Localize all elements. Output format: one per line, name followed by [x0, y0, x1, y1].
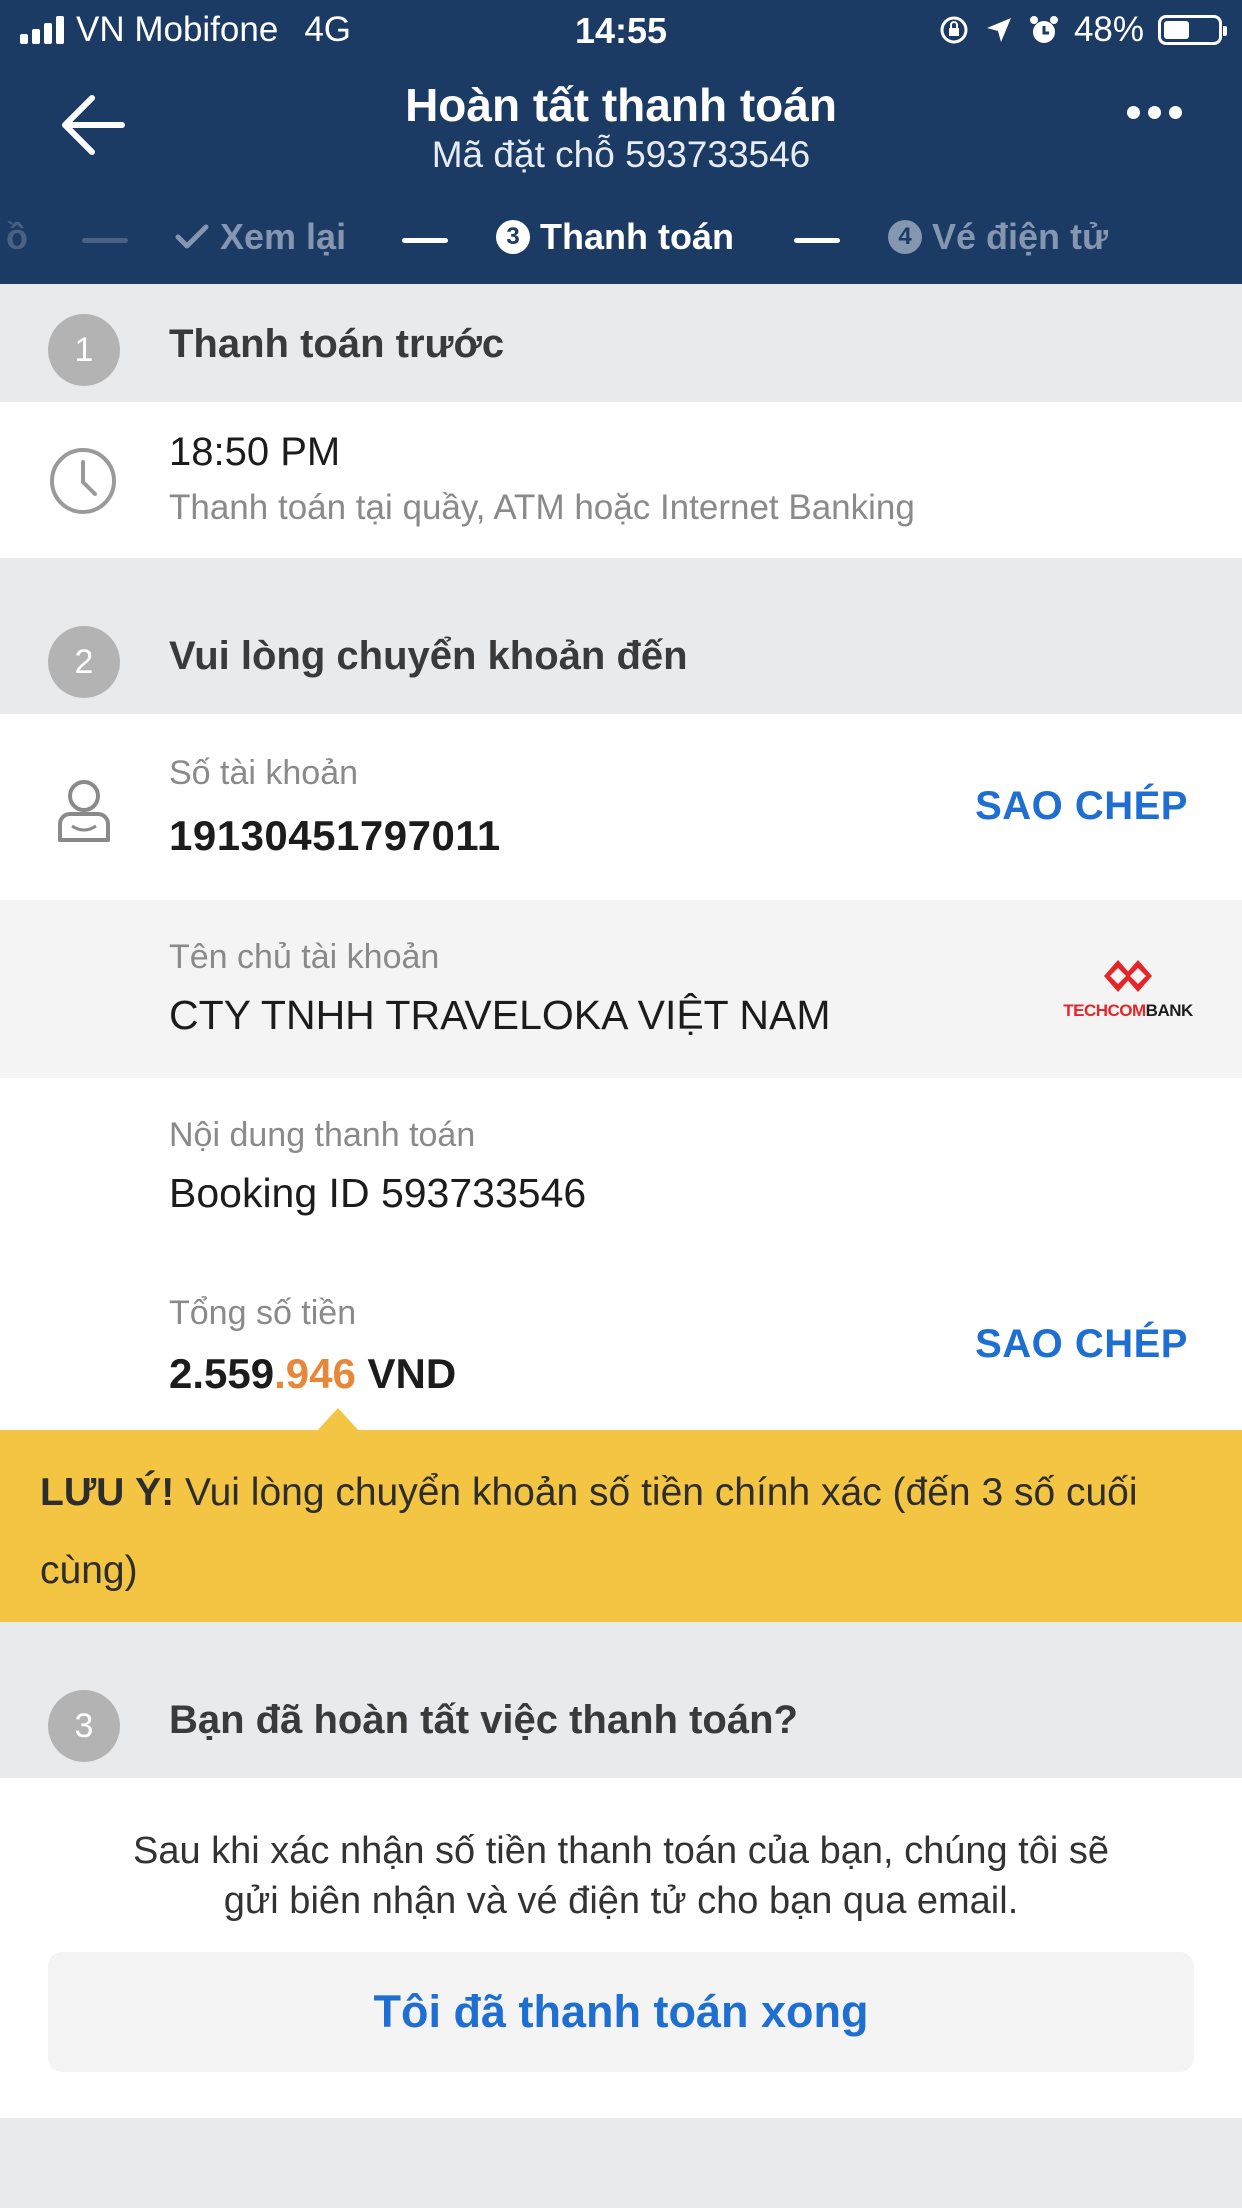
payment-content-label: Nội dung thanh toán	[169, 1116, 476, 1154]
battery-icon	[1158, 15, 1227, 45]
account-number-label: Số tài khoản	[169, 754, 359, 792]
clock-icon	[50, 448, 116, 514]
step-eticket-label: Vé điện tử	[932, 216, 1109, 257]
notice-banner: LƯU Ý! Vui lòng chuyển khoản số tiền chí…	[0, 1430, 1242, 1622]
battery-percent: 48%	[1073, 10, 1144, 49]
step-previous-partial: ồ	[6, 216, 28, 257]
account-holder-name: CTY TNHH TRAVELOKA VIỆT NAM	[169, 992, 831, 1038]
payment-content-value: Booking ID 593733546	[169, 1170, 587, 1216]
deadline-card: 18:50 PM Thanh toán tại quầy, ATM hoặc I…	[0, 402, 1242, 558]
section-transfer-header: 2 Vui lòng chuyển khoản đến	[0, 596, 1242, 714]
account-number: 19130451797011	[169, 812, 501, 859]
app-header: VN Mobifone 4G 14:55 48% Hoàn tất thanh …	[0, 0, 1242, 284]
status-right: 48%	[938, 10, 1227, 50]
orientation-lock-icon	[940, 16, 968, 44]
section-pay-before-header: 1 Thanh toán trước	[0, 284, 1242, 402]
step-eticket-number: 4	[888, 220, 922, 254]
total-amount: 2.559.946 VND	[169, 1350, 456, 1398]
total-amount-last-digits: .946	[274, 1350, 356, 1397]
step-divider	[402, 238, 448, 243]
step-divider	[82, 238, 128, 243]
section-completed-header: 3 Bạn đã hoàn tất việc thanh toán?	[0, 1660, 1242, 1778]
step-review-label: Xem lại	[220, 216, 347, 257]
more-options-button[interactable]	[1127, 106, 1182, 119]
notice-bold: LƯU Ý!	[40, 1471, 175, 1514]
confirm-description: Sau khi xác nhận số tiền thanh toán của …	[0, 1826, 1242, 1926]
location-icon	[986, 18, 1011, 42]
step-review: Xem lại	[174, 216, 346, 258]
total-amount-currency: VND	[355, 1350, 457, 1397]
step-eticket: 4 Vé điện tử	[888, 216, 1108, 258]
step-divider	[794, 238, 840, 243]
confirm-description-line2: gửi biên nhận và vé điện tử cho bạn qua …	[223, 1880, 1019, 1922]
confirm-description-line1: Sau khi xác nhận số tiền thanh toán của …	[132, 1830, 1110, 1872]
progress-steps: ồ Xem lại 3 Thanh toán 4 Vé điện tử	[0, 212, 1242, 268]
account-number-row: Số tài khoản 19130451797011 SAO CHÉP	[0, 714, 1242, 900]
section-number: 1	[48, 314, 120, 386]
section-title: Thanh toán trước	[169, 322, 505, 366]
status-bar: VN Mobifone 4G 14:55 48%	[0, 0, 1242, 62]
total-amount-main: 2.559	[169, 1350, 275, 1397]
page-title: Hoàn tất thanh toán	[405, 79, 837, 131]
more-dot-icon	[1127, 106, 1140, 119]
booking-code: Mã đặt chỗ 593733546	[431, 134, 811, 175]
account-holder-row: Tên chủ tài khoản CTY TNHH TRAVELOKA VIỆ…	[0, 900, 1242, 1078]
payment-detail-rows: Nội dung thanh toán Booking ID 593733546…	[0, 1078, 1242, 1430]
step-payment-number: 3	[496, 220, 530, 254]
notice-text: LƯU Ý! Vui lòng chuyển khoản số tiền chí…	[40, 1454, 1210, 1610]
section-title: Bạn đã hoàn tất việc thanh toán?	[169, 1698, 798, 1742]
notice-pointer	[316, 1408, 360, 1432]
payment-done-button[interactable]: Tôi đã thanh toán xong	[48, 1952, 1194, 2072]
copy-account-button[interactable]: SAO CHÉP	[975, 784, 1188, 829]
more-dot-icon	[1169, 106, 1182, 119]
user-account-icon	[58, 780, 110, 842]
payment-methods: Thanh toán tại quầy, ATM hoặc Internet B…	[169, 488, 915, 527]
techcombank-logo: TECHCOMBANK	[1058, 958, 1198, 1021]
section-number: 2	[48, 626, 120, 698]
copy-amount-button[interactable]: SAO CHÉP	[975, 1322, 1188, 1367]
total-amount-label: Tổng số tiền	[169, 1294, 357, 1332]
section-number: 3	[48, 1690, 120, 1762]
alarm-icon	[1029, 16, 1058, 43]
step-payment: 3 Thanh toán	[496, 216, 734, 258]
payment-deadline: 18:50 PM	[169, 430, 341, 474]
notice-message: Vui lòng chuyển khoản số tiền chính xác …	[40, 1471, 1138, 1592]
more-dot-icon	[1148, 106, 1161, 119]
step-payment-label: Thanh toán	[540, 216, 734, 257]
section-title: Vui lòng chuyển khoản đến	[169, 634, 688, 678]
battery-level	[1164, 21, 1189, 39]
check-icon	[175, 224, 209, 249]
techcombank-logo-text: TECHCOMBANK	[1063, 1001, 1193, 1020]
account-holder-label: Tên chủ tài khoản	[169, 938, 440, 976]
techcombank-logo-mark	[1104, 960, 1152, 992]
